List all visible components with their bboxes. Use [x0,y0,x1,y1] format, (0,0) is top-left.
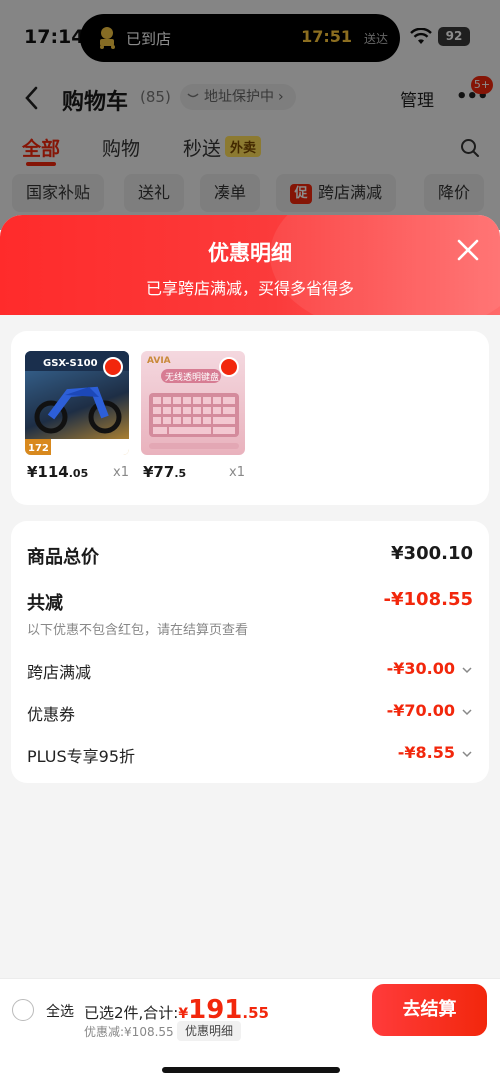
discount-line-label: PLUS专享95折 [27,747,135,766]
checked-icon [219,357,239,377]
price-int: ¥114 [27,463,69,481]
sheet-subtitle: 已享跨店满减，买得多省得多 [145,279,354,298]
svg-text:172: 172 [28,443,49,454]
selected-count-text: 已选2件,合计: [84,1004,179,1022]
svg-text:AVIA: AVIA [147,356,171,366]
product-item[interactable]: GSX-S100 172 ¥114.05 x1 [25,351,129,481]
price-dec: .05 [68,467,89,480]
select-all-label[interactable]: 全选 [46,1001,74,1021]
product-item[interactable]: AVIA 无线透明键盘 ¥77.5 x1 [141,351,245,481]
close-icon[interactable] [455,237,481,263]
chevron-down-icon [462,751,472,758]
total-price-dec: .55 [242,1004,269,1022]
checkout-button[interactable]: 去结算 [372,984,487,1036]
select-all-radio[interactable] [12,999,34,1021]
discount-note: 以下优惠不包含红包，请在结算页查看 [27,623,249,638]
checked-icon [103,357,123,377]
product-thumbnail: GSX-S100 172 [25,351,129,455]
sheet-title: 优惠明细 [208,241,292,265]
price-dec: .5 [174,467,187,480]
saved-amount: 优惠减:¥108.55 [84,1025,174,1039]
checkout-bar: 全选 已选2件,合计:¥191.55 优惠减:¥108.55 优惠明细 去结算 [0,978,500,1083]
total-reduce-label: 共减 [27,593,63,614]
home-indicator [162,1067,340,1073]
discount-line-label: 跨店满减 [27,663,92,682]
discount-detail-sheet: 优惠明细 已享跨店满减，买得多省得多 GSX-S100 172 ¥114.05 … [0,215,500,1083]
discount-line-label: 优惠券 [27,705,76,724]
total-price-label: 商品总价 [27,547,99,568]
modal-overlay[interactable] [0,0,500,230]
selected-summary: 已选2件,合计:¥191.55 [84,995,269,1025]
product-thumbnail: AVIA 无线透明键盘 [141,351,245,455]
total-yen: ¥ [178,1006,189,1022]
product-price: ¥77.5 [143,463,186,481]
svg-text:无线透明键盘: 无线透明键盘 [165,371,219,383]
product-qty: x1 [113,465,129,480]
cart-page-background: 17:14 已到店 17:51 送达 92 购物车 (85) 地址保护中 › 管… [0,0,500,230]
selected-goods-card: GSX-S100 172 ¥114.05 x1 AVIA 无线透明键盘 ¥77.… [11,331,489,505]
chevron-down-icon [462,709,472,716]
price-breakdown-card: 商品总价 ¥300.10 共减 -¥108.55 以下优惠不包含红包，请在结算页… [11,521,489,783]
product-qty: x1 [229,465,245,480]
product-price: ¥114.05 [27,463,88,481]
total-price-value: ¥300.10 [391,543,473,564]
svg-text:GSX-S100: GSX-S100 [43,358,98,369]
price-int: ¥77 [143,463,175,481]
sheet-header: 优惠明细 已享跨店满减，买得多省得多 [0,215,500,335]
discount-detail-button[interactable]: 优惠明细 [177,1021,242,1041]
total-reduce-value: -¥108.55 [383,589,473,610]
chevron-down-icon [462,667,472,674]
